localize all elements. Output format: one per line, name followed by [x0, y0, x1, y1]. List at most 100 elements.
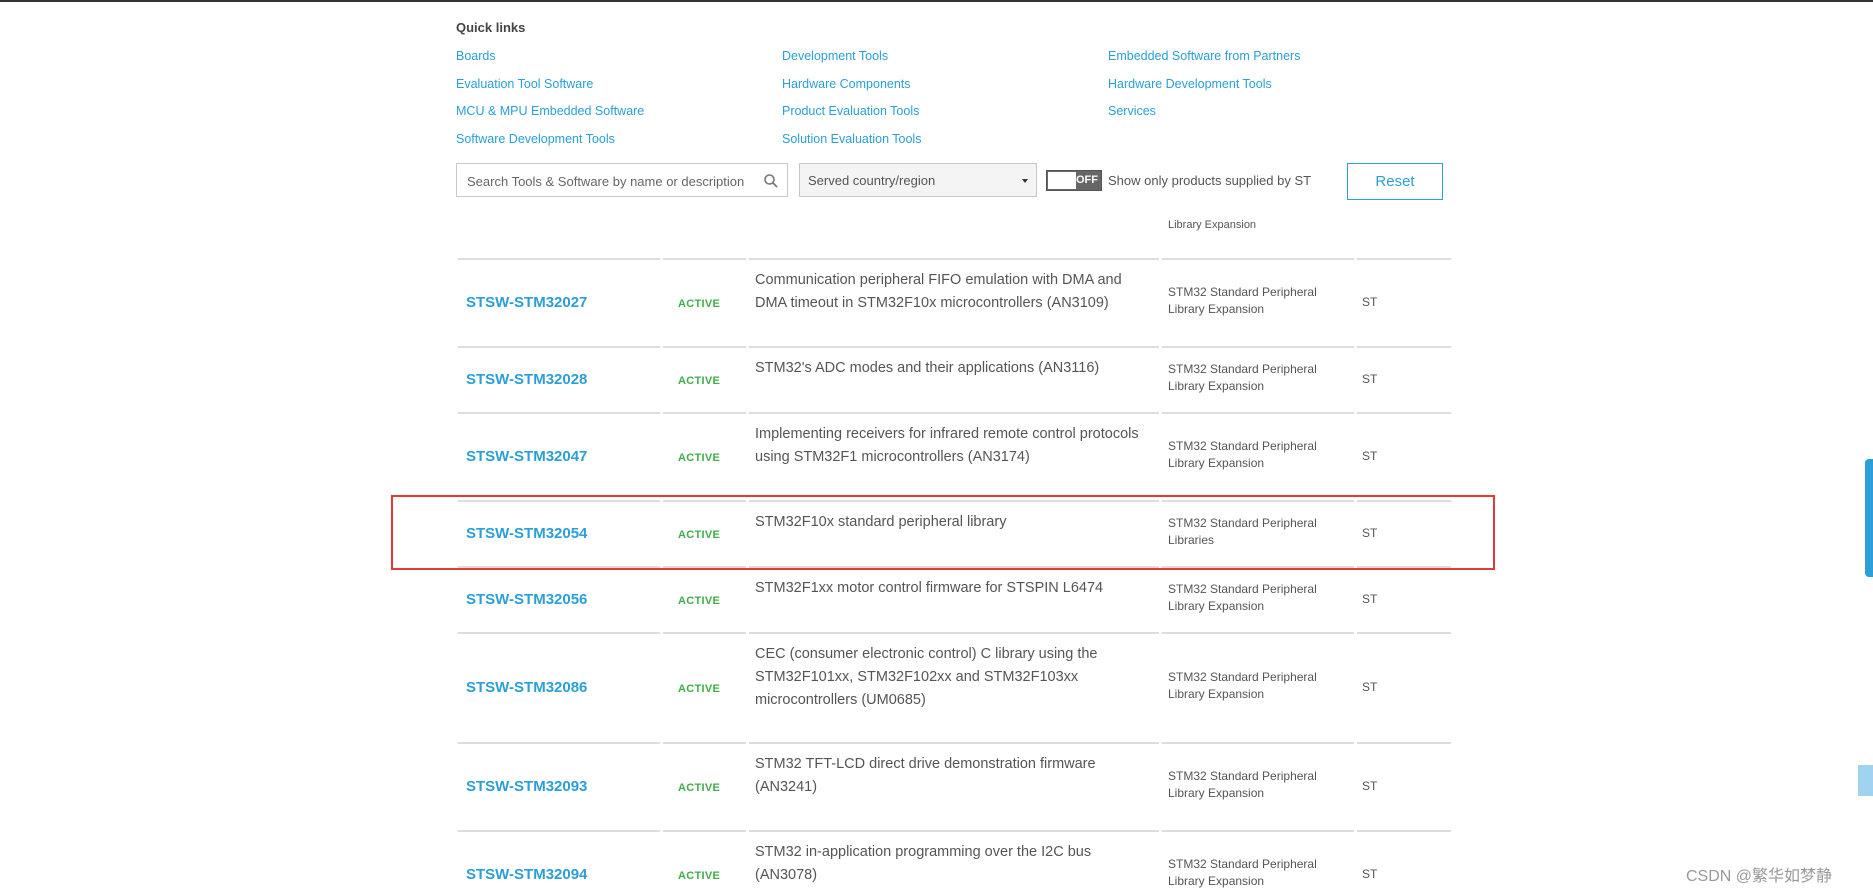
watermark: CSDN @繁华如梦静 [1686, 868, 1833, 885]
product-supplier: ST [1362, 592, 1378, 606]
search-icon[interactable] [763, 173, 779, 189]
row-divider [1162, 632, 1354, 634]
status-badge: ACTIVE [678, 298, 721, 310]
row-divider [458, 412, 660, 414]
product-supplier: ST [1362, 680, 1378, 694]
row-divider [1162, 500, 1354, 502]
row-divider [749, 632, 1159, 634]
product-id-link[interactable]: STSW-STM32047 [466, 448, 587, 465]
product-type: STM32 Standard Peripheral Library Expans… [1168, 362, 1317, 393]
row-divider [1162, 742, 1354, 744]
product-type: STM32 Standard Peripheral Library Expans… [1168, 439, 1317, 470]
row-divider [663, 830, 746, 832]
product-supplier: ST [1362, 779, 1378, 793]
row-divider [458, 632, 660, 634]
quick-link-hardware-components[interactable]: Hardware Components [782, 77, 911, 91]
status-badge: ACTIVE [678, 870, 721, 882]
product-type: STM32 Standard Peripheral Library Expans… [1168, 285, 1317, 316]
product-id-link[interactable]: STSW-STM32028 [466, 371, 587, 388]
product-id-link[interactable]: STSW-STM32094 [466, 866, 587, 883]
product-description: STM32 in-application programming over th… [755, 844, 1092, 883]
quick-link-product-evaluation-tools[interactable]: Product Evaluation Tools [782, 104, 919, 118]
row-divider [663, 346, 746, 348]
product-type: STM32 Standard Peripheral Library Expans… [1168, 769, 1317, 800]
product-id-link[interactable]: STSW-STM32086 [466, 679, 587, 696]
toggle-label: Show only products supplied by ST [1108, 173, 1312, 188]
table-row: STSW-STM32093 ACTIVE STM32 TFT-LCD direc… [0, 742, 1873, 830]
product-supplier: ST [1362, 526, 1378, 540]
product-description: CEC (consumer electronic control) C libr… [755, 646, 1098, 708]
row-divider [663, 632, 746, 634]
row-divider [458, 830, 660, 832]
row-divider [749, 500, 1159, 502]
row-divider [749, 346, 1159, 348]
search-input[interactable] [465, 165, 759, 197]
reset-button[interactable]: Reset [1347, 163, 1443, 200]
row-divider [1162, 830, 1354, 832]
row-divider [663, 412, 746, 414]
row-divider [749, 258, 1159, 260]
back-to-top-button[interactable] [1858, 765, 1873, 796]
row-divider [458, 742, 660, 744]
product-description: STM32 TFT-LCD direct drive demonstration… [755, 756, 1096, 795]
country-region-value: Served country/region [808, 173, 936, 188]
status-badge: ACTIVE [678, 452, 721, 464]
row-divider [458, 500, 660, 502]
results-table: Library Expansion STSW-STM32027 ACTIVE C… [0, 210, 1873, 892]
product-supplier: ST [1362, 372, 1378, 386]
row-divider [749, 830, 1159, 832]
status-badge: ACTIVE [678, 375, 721, 387]
row-divider [1357, 632, 1451, 634]
product-id-link[interactable]: STSW-STM32054 [466, 525, 587, 542]
row-divider [1162, 346, 1354, 348]
row-divider [1357, 500, 1451, 502]
toggle-state-label: OFF [1076, 174, 1098, 186]
row-divider [1357, 346, 1451, 348]
status-badge: ACTIVE [678, 595, 721, 607]
product-id-link[interactable]: STSW-STM32027 [466, 294, 587, 311]
row-divider [663, 742, 746, 744]
caret-down-icon [1022, 179, 1028, 183]
search-box[interactable] [456, 163, 788, 197]
product-type: STM32 Standard Peripheral Library Expans… [1168, 670, 1317, 701]
table-row: STSW-STM32086 ACTIVE CEC (consumer elect… [0, 632, 1873, 742]
product-type: STM32 Standard Peripheral Library Expans… [1168, 582, 1317, 613]
product-id-link[interactable]: STSW-STM32093 [466, 778, 587, 795]
quick-link-evaluation-tool-software[interactable]: Evaluation Tool Software [456, 77, 593, 91]
product-description: Communication peripheral FIFO emulation … [755, 272, 1122, 311]
st-supplier-toggle[interactable]: OFF [1046, 170, 1102, 191]
row-divider [663, 500, 746, 502]
quick-link-mcu-mpu-embedded-software[interactable]: MCU & MPU Embedded Software [456, 104, 644, 118]
partial-row-type: Library Expansion [1168, 219, 1257, 231]
quick-link-development-tools[interactable]: Development Tools [782, 49, 888, 63]
table-row: STSW-STM32028 ACTIVE STM32's ADC modes a… [0, 346, 1873, 412]
quick-link-hardware-development-tools[interactable]: Hardware Development Tools [1108, 77, 1272, 91]
quick-link-services[interactable]: Services [1108, 104, 1156, 118]
product-id-link[interactable]: STSW-STM32056 [466, 591, 587, 608]
product-supplier: ST [1362, 867, 1378, 881]
country-region-select[interactable]: Served country/region [799, 163, 1037, 197]
scrollbar-thumb[interactable] [1865, 459, 1873, 577]
row-divider [1162, 566, 1354, 568]
product-type: STM32 Standard Peripheral Libraries [1168, 516, 1317, 547]
toggle-knob [1048, 172, 1076, 189]
quick-link-solution-evaluation-tools[interactable]: Solution Evaluation Tools [782, 132, 921, 146]
quick-link-software-development-tools[interactable]: Software Development Tools [456, 132, 615, 146]
row-divider [458, 258, 660, 260]
row-divider [1357, 742, 1451, 744]
table-row: STSW-STM32094 ACTIVE STM32 in-applicatio… [0, 830, 1873, 892]
row-divider [1162, 412, 1354, 414]
row-divider [663, 566, 746, 568]
top-border [0, 0, 1873, 2]
row-divider [458, 346, 660, 348]
product-description: STM32F10x standard peripheral library [755, 514, 1007, 530]
row-divider [1357, 258, 1451, 260]
quick-link-embedded-software-from-partners[interactable]: Embedded Software from Partners [1108, 49, 1300, 63]
product-description: STM32F1xx motor control firmware for STS… [755, 580, 1104, 596]
row-divider [1357, 412, 1451, 414]
status-badge: ACTIVE [678, 529, 721, 541]
table-row: STSW-STM32047 ACTIVE Implementing receiv… [0, 412, 1873, 500]
quick-link-boards[interactable]: Boards [456, 49, 496, 63]
product-description: Implementing receivers for infrared remo… [755, 426, 1139, 465]
product-description: STM32's ADC modes and their applications… [755, 360, 1100, 376]
